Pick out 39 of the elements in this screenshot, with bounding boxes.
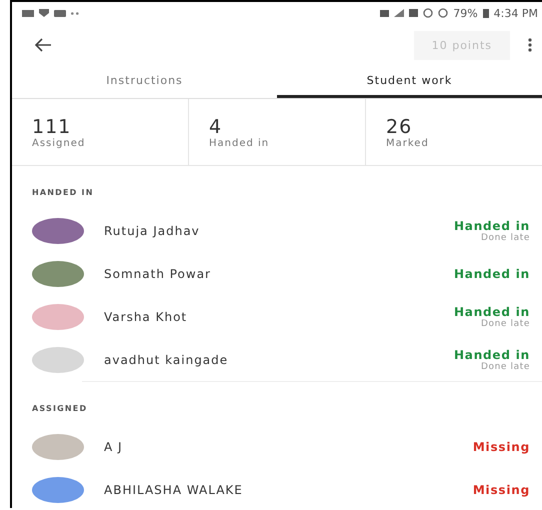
- status-label: Handed in: [454, 266, 530, 280]
- tab[interactable]: Instructions: [12, 66, 277, 98]
- stat-count: 4: [209, 116, 224, 138]
- late-note: Done late: [480, 362, 530, 372]
- status-label: Handed in: [454, 218, 530, 232]
- battery-icon: [482, 8, 489, 18]
- stat-count: 111: [32, 116, 72, 138]
- tab[interactable]: Student work: [277, 66, 542, 98]
- status-label: Handed in: [454, 348, 530, 362]
- student-name[interactable]: Varsha Khot: [104, 310, 434, 324]
- more-menu-icon[interactable]: [528, 38, 532, 52]
- late-note: Done late: [480, 232, 530, 242]
- stat-label: Assigned: [32, 138, 86, 148]
- section-heading: ASSIGNED: [31, 403, 88, 415]
- avatar-photo-placeholder: [32, 304, 84, 330]
- stat-label: Marked: [386, 138, 430, 148]
- avatar-photo-placeholder: [32, 346, 84, 372]
- signal-icon: [394, 9, 404, 17]
- status-label: Missing: [472, 440, 530, 454]
- student-name[interactable]: Rutuja Jadhav: [104, 224, 434, 238]
- avatar-photo-placeholder: [32, 218, 84, 244]
- battery-percent: 79%: [453, 6, 478, 20]
- status-label: Missing: [472, 482, 530, 496]
- student-name[interactable]: ABHILASHA WALAKE: [104, 482, 453, 496]
- student-name[interactable]: A J: [104, 440, 453, 454]
- avatar-photo-placeholder: [32, 434, 84, 460]
- avatar-photo-placeholder: [32, 260, 84, 286]
- student-name[interactable]: avadhut kaingade: [104, 352, 434, 366]
- back-arrow-icon[interactable]: [34, 38, 52, 52]
- shield-icon: [39, 9, 49, 17]
- student-name[interactable]: Somnath Powar: [104, 266, 434, 280]
- stat-label: Handed in: [209, 138, 270, 148]
- more-notifications-icon: [71, 12, 79, 14]
- avatar-photo-placeholder: [32, 476, 84, 502]
- late-note: Done late: [480, 318, 530, 328]
- status-label: Handed in: [454, 304, 530, 318]
- clock-time: 4:34 PM: [494, 6, 538, 20]
- stat-count: 26: [386, 116, 414, 138]
- section-heading: HANDED IN: [31, 187, 95, 199]
